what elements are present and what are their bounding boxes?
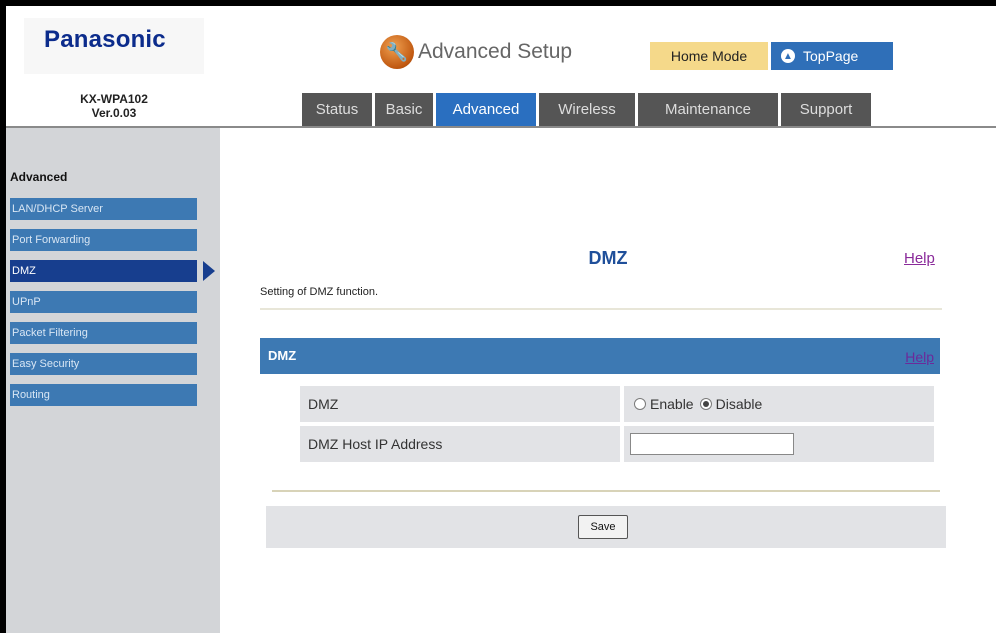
browser-frame: Panasonic KX-WPA102 Ver.0.03 🔧 Advanced … (0, 0, 996, 633)
toppage-button[interactable]: ▲ TopPage (771, 42, 893, 70)
sidebar-item-packet-filtering[interactable]: Packet Filtering (10, 322, 197, 344)
model-info: KX-WPA102 Ver.0.03 (24, 82, 204, 126)
help-link[interactable]: Help (904, 250, 935, 267)
section-title: DMZ (268, 348, 297, 363)
sidebar-item-port-forwarding[interactable]: Port Forwarding (10, 229, 197, 251)
divider (272, 490, 940, 492)
tab-advanced[interactable]: Advanced (436, 93, 536, 126)
save-bar: Save (266, 506, 946, 548)
sidebar: Advanced LAN/DHCP Server Port Forwarding… (6, 128, 220, 633)
divider (260, 308, 942, 310)
save-button[interactable]: Save (578, 515, 628, 539)
tab-maintenance[interactable]: Maintenance (638, 93, 778, 126)
sidebar-item-dmz[interactable]: DMZ (10, 260, 197, 282)
tab-wireless[interactable]: Wireless (539, 93, 635, 126)
header: Panasonic KX-WPA102 Ver.0.03 🔧 Advanced … (6, 6, 996, 128)
sidebar-heading: Advanced (10, 170, 68, 184)
panasonic-logo: Panasonic (44, 26, 166, 53)
tab-status[interactable]: Status (302, 93, 372, 126)
main-tabs: Status Basic Advanced Wireless Maintenan… (302, 93, 874, 126)
active-arrow-icon (203, 261, 215, 281)
host-ip-input[interactable] (630, 433, 794, 455)
sidebar-item-lan-dhcp-server[interactable]: LAN/DHCP Server (10, 198, 197, 220)
tab-basic[interactable]: Basic (375, 93, 433, 126)
dmz-row: DMZ Enable Disable (300, 386, 934, 422)
dmz-label: DMZ (300, 386, 620, 422)
toppage-label: TopPage (803, 48, 859, 64)
section-help-link[interactable]: Help (905, 349, 934, 365)
main-content: DMZ Help Setting of DMZ function. DMZ He… (220, 128, 996, 633)
wrench-icon: 🔧 (380, 35, 414, 69)
dmz-radio-group: Enable Disable (624, 386, 934, 422)
firmware-version: Ver.0.03 (91, 106, 137, 120)
host-ip-row: DMZ Host IP Address (300, 426, 934, 462)
host-ip-label: DMZ Host IP Address (300, 426, 620, 462)
home-mode-button[interactable]: Home Mode (650, 42, 768, 70)
content-title: DMZ (588, 248, 628, 268)
enable-radio[interactable] (634, 398, 646, 410)
enable-label: Enable (650, 396, 694, 412)
page-description: Setting of DMZ function. (260, 286, 378, 298)
sidebar-item-upnp[interactable]: UPnP (10, 291, 197, 313)
sidebar-item-easy-security[interactable]: Easy Security (10, 353, 197, 375)
tab-support[interactable]: Support (781, 93, 871, 126)
model-name: KX-WPA102 (80, 92, 148, 106)
disable-label: Disable (715, 396, 763, 412)
disable-radio[interactable] (699, 398, 712, 410)
up-arrow-icon: ▲ (781, 49, 795, 63)
page-title-area: 🔧 Advanced Setup (380, 34, 572, 70)
page-title: Advanced Setup (418, 40, 573, 63)
host-ip-cell (624, 426, 934, 462)
section-header: DMZ Help (260, 338, 940, 374)
sidebar-item-routing[interactable]: Routing (10, 384, 197, 406)
